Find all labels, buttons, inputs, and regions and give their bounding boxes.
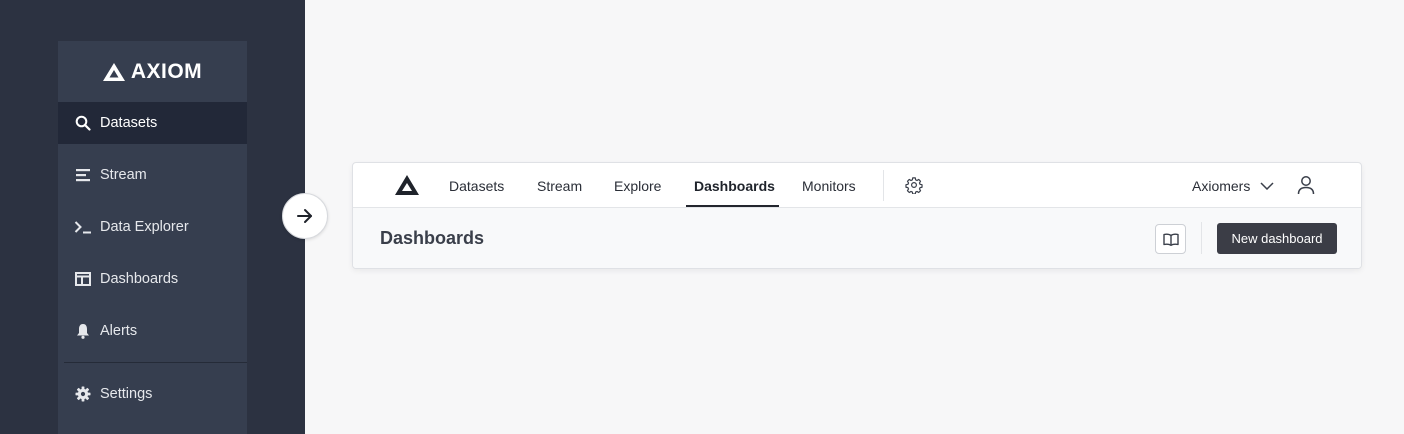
book-open-icon: [1162, 233, 1179, 246]
dashboard-panel-icon: [74, 270, 92, 288]
sidebar-item-label: Data Explorer: [100, 219, 189, 235]
sidebar-item-label: Alerts: [100, 323, 138, 339]
axiom-logo-icon[interactable]: [395, 175, 419, 200]
header-divider: [1201, 222, 1202, 254]
page-title: Dashboards: [380, 228, 485, 248]
tab-monitors[interactable]: Monitors: [802, 163, 856, 208]
bell-icon: [74, 322, 92, 340]
sidebar-item-datasets[interactable]: Datasets: [58, 102, 247, 144]
user-icon[interactable]: [1297, 175, 1315, 200]
arrow-right-icon: [297, 209, 312, 223]
search-icon: [74, 114, 92, 132]
sidebar-item-label: Dashboards: [100, 271, 179, 287]
sidebar-divider: [64, 362, 247, 363]
tab-stream[interactable]: Stream: [537, 163, 582, 208]
chevron-down-icon: [1260, 181, 1274, 190]
legacy-brand[interactable]: AXIOM: [58, 41, 247, 102]
tab-explore[interactable]: Explore: [614, 163, 661, 208]
brand-name: AXIOM: [130, 59, 203, 83]
terminal-prompt-icon: [74, 218, 92, 236]
sidebar-item-label: Settings: [100, 386, 153, 402]
page-header: Dashboards New dashboard: [353, 208, 1361, 268]
tab-dashboards[interactable]: Dashboards: [694, 163, 775, 208]
sidebar-item-label: Stream: [100, 167, 147, 183]
docs-button[interactable]: [1155, 224, 1186, 254]
settings-gear-icon[interactable]: [905, 176, 923, 199]
legacy-sidebar: AXIOM Datasets Stream Data Explorer Dash…: [58, 41, 247, 434]
nav-divider: [883, 170, 884, 201]
transition-arrow-button[interactable]: [282, 193, 328, 239]
gear-icon: [74, 385, 92, 403]
tab-datasets[interactable]: Datasets: [449, 163, 504, 208]
sidebar-item-settings[interactable]: Settings: [58, 373, 247, 415]
sidebar-item-dashboards[interactable]: Dashboards: [58, 258, 247, 300]
new-dashboard-button[interactable]: New dashboard: [1217, 223, 1337, 254]
stream-lines-icon: [74, 166, 92, 184]
sidebar-item-stream[interactable]: Stream: [58, 154, 247, 196]
sidebar-item-data-explorer[interactable]: Data Explorer: [58, 206, 247, 248]
active-tab-indicator: [686, 205, 779, 207]
new-ui-window: Datasets Stream Explore Dashboards Monit…: [352, 162, 1362, 269]
organization-selector[interactable]: Axiomers: [1192, 163, 1274, 208]
top-navigation: Datasets Stream Explore Dashboards Monit…: [353, 163, 1361, 208]
sidebar-item-label: Datasets: [100, 115, 158, 131]
organization-name: Axiomers: [1192, 177, 1251, 194]
axiom-logo-icon: [102, 62, 125, 81]
sidebar-item-alerts[interactable]: Alerts: [58, 310, 247, 352]
